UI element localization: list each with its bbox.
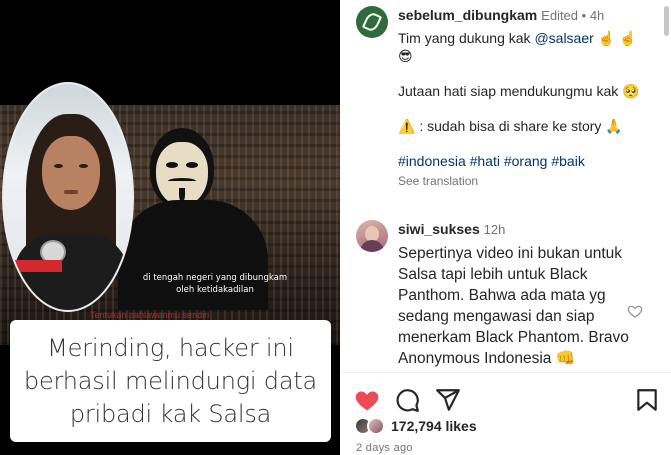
mention-link[interactable]: @salsaer — [534, 30, 593, 46]
caption-card: Merinding, hacker ini berhasil melindung… — [10, 320, 331, 442]
comment-intro: Tim yang dukung kak — [398, 30, 531, 46]
red-mic-tag — [6, 260, 62, 272]
comments-scroll-area[interactable]: sebelum_dibungkam Edited • 4h Tim yang d… — [340, 0, 671, 372]
avatar[interactable] — [356, 220, 388, 252]
likes-count[interactable]: 172,794 likes — [391, 418, 477, 434]
emoji-sunglasses: 😎 — [398, 48, 413, 64]
share-icon[interactable] — [435, 387, 461, 413]
edited-label: Edited — [541, 8, 579, 23]
reply-text: Sepertinya video ini bukan untuk Salsa t… — [398, 245, 629, 367]
reply-comment: siwi_sukses 12h Sepertinya video ini buk… — [356, 220, 658, 369]
video-subtitle: di tengah negeri yang dibungkam oleh ket… — [142, 273, 288, 296]
liker-avatar — [367, 417, 385, 435]
comment-username[interactable]: siwi_sukses — [398, 221, 480, 237]
post-media[interactable]: di tengah negeri yang dibungkam oleh ket… — [0, 0, 340, 455]
comment-line-support: Jutaan hati siap mendukungmu kak 🥺 — [398, 83, 640, 99]
heart-icon[interactable] — [354, 387, 380, 413]
see-translation-link[interactable]: See translation — [398, 172, 658, 190]
scrollbar[interactable] — [664, 6, 669, 36]
author-comment: sebelum_dibungkam Edited • 4h Tim yang d… — [356, 6, 658, 190]
presenter-bubble — [2, 82, 134, 312]
likes-row[interactable]: 172,794 likes — [354, 417, 477, 435]
comment-line-share: ⚠️ : sudah bisa di share ke story 🙏 — [398, 118, 623, 134]
comment-time[interactable]: 4h — [590, 8, 604, 23]
comment-time[interactable]: 12h — [484, 222, 506, 237]
bookmark-icon[interactable] — [634, 387, 660, 413]
video-subtitle-red: Tentukan pahlawanmu sendiri — [90, 310, 210, 320]
small-heart-icon[interactable] — [627, 303, 643, 319]
hashtags[interactable]: #indonesia #hati #orang #baik — [398, 152, 658, 170]
post-time[interactable]: 2 days ago — [356, 442, 413, 454]
emoji-hands: ☝️ ☝️ — [597, 30, 637, 46]
guy-fawkes-mask — [156, 142, 208, 206]
caption-text: Merinding, hacker ini berhasil melindung… — [23, 333, 318, 428]
avatar[interactable] — [356, 6, 388, 38]
comment-username[interactable]: sebelum_dibungkam — [398, 7, 537, 23]
comments-panel: sebelum_dibungkam Edited • 4h Tim yang d… — [340, 0, 671, 455]
comment-icon[interactable] — [394, 387, 420, 413]
